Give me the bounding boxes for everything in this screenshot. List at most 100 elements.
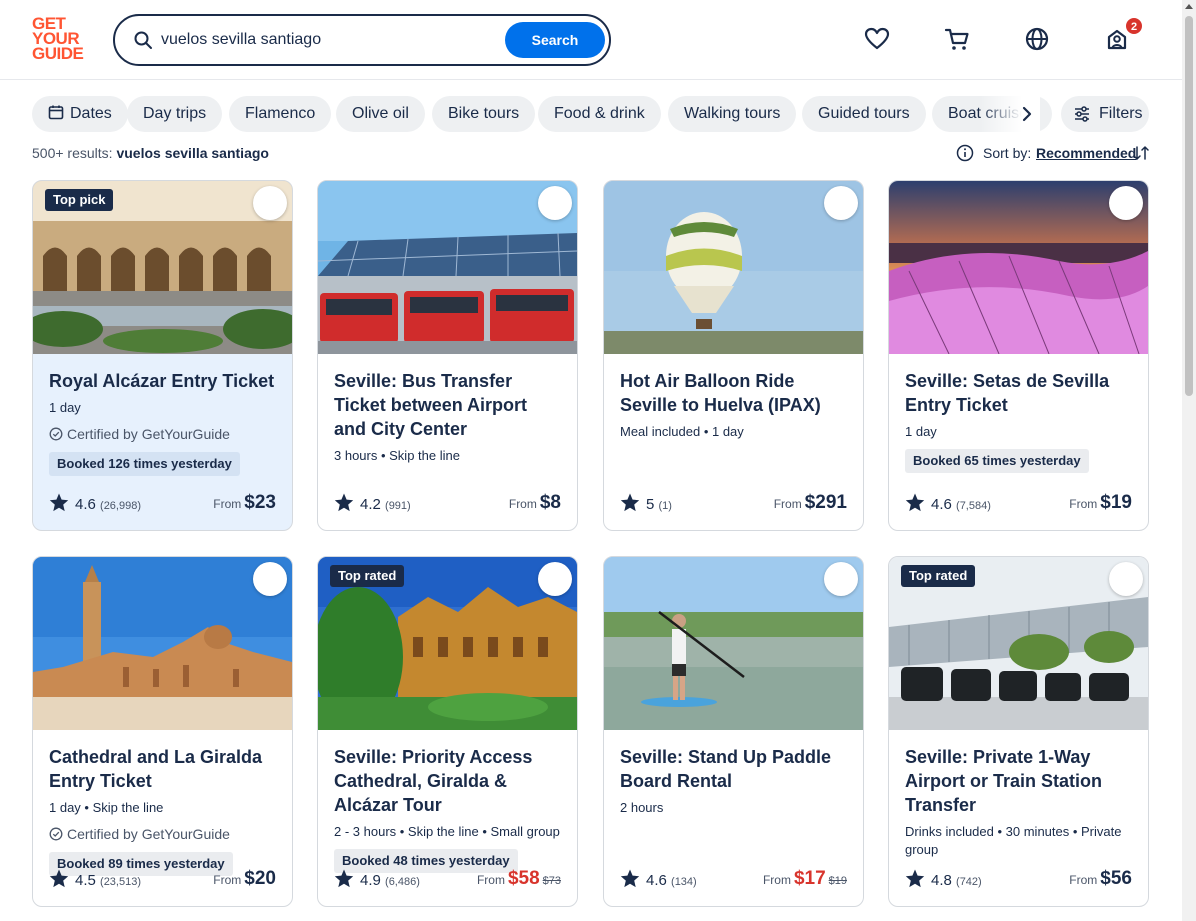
activity-card[interactable]: Seville: Bus Transfer Ticket between Air… bbox=[317, 180, 578, 531]
heart-icon bbox=[1116, 194, 1148, 354]
activity-card[interactable]: Top rated Seville: Private 1-Way Airport… bbox=[888, 556, 1149, 907]
chip-label: Food & drink bbox=[554, 105, 645, 122]
chip-guided-tours[interactable]: Guided tours bbox=[802, 96, 926, 132]
chip-day-trips[interactable]: Day trips bbox=[127, 96, 223, 132]
activity-image[interactable] bbox=[604, 557, 863, 730]
activity-card[interactable]: Top pick Royal Alcázar Entry Ticket 1 da… bbox=[32, 180, 293, 531]
activity-title[interactable]: Royal Alcázar Entry Ticket bbox=[49, 369, 278, 393]
add-to-wishlist-button[interactable] bbox=[538, 186, 572, 220]
filters-button[interactable]: Filters bbox=[1061, 96, 1149, 132]
sort-dropdown[interactable]: Recommended bbox=[1036, 145, 1136, 161]
calendar-icon bbox=[48, 105, 64, 120]
price-amount: $58 bbox=[507, 868, 540, 889]
activity-image[interactable] bbox=[318, 181, 577, 354]
price-from: From bbox=[773, 497, 802, 511]
add-to-wishlist-button[interactable] bbox=[824, 186, 858, 220]
chip-label: Olive oil bbox=[352, 105, 409, 122]
sort-arrows-icon[interactable] bbox=[1132, 144, 1150, 162]
original-price: $73 bbox=[542, 875, 561, 887]
activity-card[interactable]: Hot Air Balloon Ride Seville to Huelva (… bbox=[603, 180, 864, 531]
add-to-wishlist-button[interactable] bbox=[253, 562, 287, 596]
star-icon bbox=[905, 493, 925, 512]
chip-label: Flamenco bbox=[245, 105, 316, 122]
activity-title[interactable]: Hot Air Balloon Ride Seville to Huelva (… bbox=[620, 369, 849, 417]
activity-image[interactable]: Top rated bbox=[318, 557, 577, 730]
activity-card[interactable]: Top rated Seville: Priority Access Cathe… bbox=[317, 556, 578, 907]
review-count: (7,584) bbox=[956, 500, 991, 512]
star-icon bbox=[334, 869, 354, 888]
rating-value: 5 bbox=[646, 496, 655, 513]
chevron-right-icon[interactable] bbox=[1016, 102, 1038, 126]
activity-title[interactable]: Cathedral and La Giralda Entry Ticket bbox=[49, 745, 278, 793]
activity-title[interactable]: Seville: Stand Up Paddle Board Rental bbox=[620, 745, 849, 793]
star-icon bbox=[334, 493, 354, 512]
activity-image[interactable]: Top rated bbox=[889, 557, 1148, 730]
price-from: From bbox=[476, 873, 505, 887]
heart-icon bbox=[260, 194, 292, 354]
add-to-wishlist-button[interactable] bbox=[1109, 186, 1143, 220]
scrollbar-thumb[interactable] bbox=[1185, 16, 1193, 396]
heart-icon bbox=[260, 570, 292, 730]
chip-flamenco[interactable]: Flamenco bbox=[229, 96, 332, 132]
results-query: vuelos sevilla santiago bbox=[116, 145, 269, 161]
logo-line: GUIDE bbox=[32, 44, 84, 63]
chip-food-drink[interactable]: Food & drink bbox=[538, 96, 661, 132]
notification-badge: 2 bbox=[1125, 17, 1143, 35]
certified-text: Certified by GetYourGuide bbox=[67, 426, 230, 442]
rating: 4.2 (991) bbox=[334, 493, 411, 515]
top-header: GET YOUR GUIDE Search 2 bbox=[0, 0, 1182, 80]
info-icon[interactable] bbox=[956, 144, 974, 162]
globe-icon[interactable] bbox=[1024, 26, 1050, 52]
activity-card[interactable]: Seville: Stand Up Paddle Board Rental 2 … bbox=[603, 556, 864, 907]
star-icon bbox=[49, 493, 69, 512]
search-button[interactable]: Search bbox=[505, 22, 605, 58]
add-to-wishlist-button[interactable] bbox=[538, 562, 572, 596]
add-to-wishlist-button[interactable] bbox=[824, 562, 858, 596]
card-body: Seville: Setas de Sevilla Entry Ticket 1… bbox=[905, 369, 1134, 473]
category-chips: Dates Day trips Flamenco Olive oil Bike … bbox=[32, 96, 1092, 132]
price-amount: $56 bbox=[1100, 868, 1132, 889]
card-body: Seville: Private 1-Way Airport or Train … bbox=[905, 745, 1134, 859]
page-scrollbar[interactable] bbox=[1182, 0, 1196, 921]
rating-value: 4.5 bbox=[75, 872, 96, 889]
heart-icon bbox=[545, 194, 577, 354]
activity-title[interactable]: Seville: Setas de Sevilla Entry Ticket bbox=[905, 369, 1134, 417]
activity-meta: 1 day • Skip the line bbox=[49, 800, 164, 815]
activity-title[interactable]: Seville: Private 1-Way Airport or Train … bbox=[905, 745, 1134, 817]
getyourguide-logo[interactable]: GET YOUR GUIDE bbox=[32, 15, 92, 63]
sort-label: Sort by: bbox=[983, 145, 1032, 161]
wishlist-heart-icon[interactable] bbox=[864, 26, 890, 52]
chip-olive-oil[interactable]: Olive oil bbox=[336, 96, 425, 132]
chip-dates[interactable]: Dates bbox=[32, 96, 128, 132]
price: From $8 bbox=[509, 491, 561, 515]
card-body: Cathedral and La Giralda Entry Ticket 1 … bbox=[49, 745, 278, 876]
price-from: From bbox=[213, 873, 242, 887]
search-input[interactable] bbox=[161, 26, 501, 54]
add-to-wishlist-button[interactable] bbox=[253, 186, 287, 220]
activity-image[interactable] bbox=[604, 181, 863, 354]
rating: 4.6 (134) bbox=[620, 869, 697, 891]
results-count: 500+ results: vuelos sevilla santiago bbox=[32, 145, 269, 161]
price-amount: $23 bbox=[244, 492, 276, 513]
certified-text: Certified by GetYourGuide bbox=[67, 826, 230, 842]
activity-card[interactable]: Seville: Setas de Sevilla Entry Ticket 1… bbox=[888, 180, 1149, 531]
activity-image[interactable]: Top pick bbox=[33, 181, 292, 354]
activity-title[interactable]: Seville: Bus Transfer Ticket between Air… bbox=[334, 369, 563, 441]
add-to-wishlist-button[interactable] bbox=[1109, 562, 1143, 596]
price-from: From bbox=[508, 497, 537, 511]
activity-card[interactable]: Cathedral and La Giralda Entry Ticket 1 … bbox=[32, 556, 293, 907]
rating: 5 (1) bbox=[620, 493, 672, 515]
chip-bike-tours[interactable]: Bike tours bbox=[432, 96, 536, 132]
price: From $56 bbox=[1069, 867, 1132, 891]
chip-walking-tours[interactable]: Walking tours bbox=[668, 96, 797, 132]
sliders-icon bbox=[1075, 106, 1089, 122]
activity-title[interactable]: Seville: Priority Access Cathedral, Gira… bbox=[334, 745, 563, 817]
price: From $19 bbox=[1069, 491, 1132, 515]
cart-icon[interactable] bbox=[944, 26, 970, 52]
scroll-up-arrow-icon[interactable] bbox=[1185, 4, 1193, 9]
activity-image[interactable] bbox=[33, 557, 292, 730]
search-bar: Search bbox=[113, 14, 611, 66]
booked-badge: Booked 126 times yesterday bbox=[49, 452, 240, 476]
activity-meta: Drinks included • 30 minutes • Private g… bbox=[905, 824, 1122, 857]
activity-image[interactable] bbox=[889, 181, 1148, 354]
